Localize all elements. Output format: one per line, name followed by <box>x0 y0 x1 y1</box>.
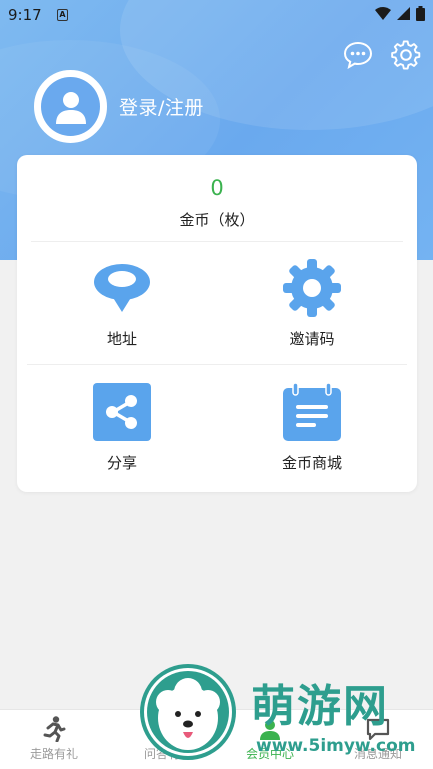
coin-mall-button[interactable]: 金币商城 <box>212 381 412 501</box>
message-button[interactable] <box>343 40 373 70</box>
user-icon <box>55 91 86 124</box>
location-pin-icon <box>94 264 150 312</box>
invite-code-button[interactable]: 邀请码 <box>212 257 412 377</box>
coin-count: 0 <box>210 176 224 200</box>
gear-icon <box>283 259 341 317</box>
avatar[interactable] <box>34 70 107 143</box>
tab-walk-rewards[interactable]: 走路有礼 <box>0 710 108 769</box>
gear-icon <box>391 40 421 70</box>
battery-icon <box>416 6 425 21</box>
address-button[interactable]: 地址 <box>22 257 222 377</box>
header-actions <box>343 40 421 70</box>
notification-badge: A <box>57 9 68 21</box>
login-area[interactable]: 登录/注册 <box>34 70 204 143</box>
status-bar: 9:17 A <box>0 0 433 30</box>
invite-code-label: 邀请码 <box>289 330 335 348</box>
member-card: 0 金币（枚） 地址 邀请码 分享 金币商城 <box>17 155 417 492</box>
system-indicators <box>375 6 425 21</box>
status-time: 9:17 <box>8 6 42 24</box>
share-button[interactable]: 分享 <box>22 381 222 501</box>
running-person-icon <box>43 716 66 742</box>
divider <box>27 364 407 365</box>
coin-mall-label: 金币商城 <box>281 454 342 472</box>
coin-balance: 0 金币（枚） <box>17 175 417 230</box>
calendar-list-icon <box>283 383 341 441</box>
settings-button[interactable] <box>391 40 421 70</box>
dog-logo-icon <box>140 664 236 760</box>
tab-label: 走路有礼 <box>29 747 78 761</box>
chat-bubble-icon <box>343 41 373 69</box>
login-register-link[interactable]: 登录/注册 <box>119 93 204 120</box>
divider <box>31 241 403 242</box>
share-label: 分享 <box>106 454 137 472</box>
share-icon <box>93 383 151 441</box>
wifi-icon <box>375 7 391 20</box>
watermark-url: www.5imyw.com <box>256 736 416 756</box>
signal-icon <box>397 7 410 20</box>
address-label: 地址 <box>106 330 137 348</box>
watermark: 萌游网 www.5imyw.com <box>138 662 433 769</box>
watermark-brand: 萌游网 <box>251 681 389 732</box>
coin-label: 金币（枚） <box>179 211 255 229</box>
